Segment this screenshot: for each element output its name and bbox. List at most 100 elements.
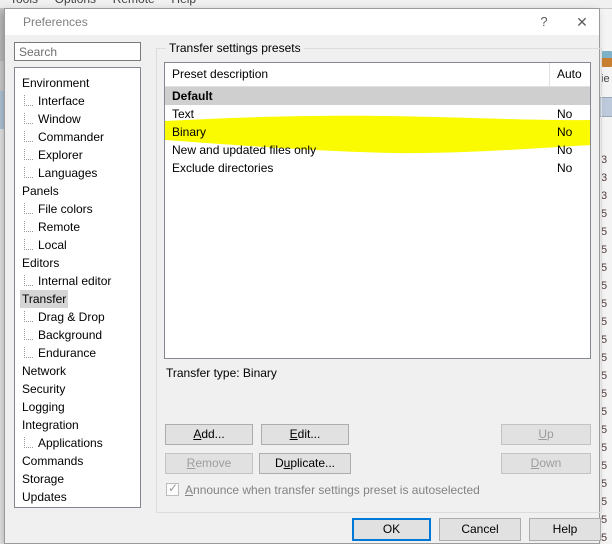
preset-auto-cell: No	[557, 141, 572, 159]
tree-item-label: Environment	[20, 74, 91, 92]
tree-item-storage[interactable]: Storage	[15, 470, 140, 488]
checkmark-icon: ✓	[168, 481, 178, 495]
tree-branch-icon	[24, 167, 33, 178]
settings-tree[interactable]: EnvironmentInterfaceWindowCommanderExplo…	[14, 67, 141, 508]
preset-auto-cell: No	[557, 123, 572, 141]
preset-description-cell: New and updated files only	[172, 141, 316, 159]
preset-description-cell: Text	[172, 105, 194, 123]
tree-item-label: Logging	[20, 398, 67, 416]
preset-row-new-and-updated-files-only[interactable]: New and updated files only No	[165, 141, 590, 159]
tree-item-languages[interactable]: Languages	[15, 164, 140, 182]
close-icon[interactable]: ✕	[565, 9, 599, 35]
tree-item-internal-editor[interactable]: Internal editor	[15, 272, 140, 290]
tree-item-label: Local	[36, 236, 69, 254]
preset-auto-cell: No	[557, 105, 572, 123]
tree-item-window[interactable]: Window	[15, 110, 140, 128]
tree-item-endurance[interactable]: Endurance	[15, 344, 140, 362]
tree-item-label: Drag & Drop	[36, 308, 107, 326]
tree-item-applications[interactable]: Applications	[15, 434, 140, 452]
up-button[interactable]: Up	[501, 424, 591, 445]
presets-list[interactable]: Preset description Auto DefaultTextNoBin…	[164, 62, 591, 359]
column-header-preset-description[interactable]: Preset description	[172, 67, 268, 81]
tree-branch-icon	[24, 239, 33, 250]
tree-item-label: Explorer	[36, 146, 85, 164]
preferences-dialog: Preferences ? ✕ EnvironmentInterfaceWind…	[4, 8, 600, 544]
background-text-fragment: ie	[601, 73, 610, 85]
cancel-button[interactable]: Cancel	[439, 518, 521, 541]
tree-item-commands[interactable]: Commands	[15, 452, 140, 470]
tree-item-editors[interactable]: Editors	[15, 254, 140, 272]
tree-item-label: Network	[20, 362, 68, 380]
tree-item-label: File colors	[36, 200, 95, 218]
remove-button[interactable]: Remove	[165, 453, 253, 474]
help-caption-icon[interactable]: ?	[527, 9, 561, 35]
tree-branch-icon	[24, 149, 33, 160]
tree-item-label: Transfer	[20, 290, 68, 308]
tree-item-label: Editors	[20, 254, 61, 272]
background-number-fragment: 5	[601, 529, 607, 544]
checkbox-icon[interactable]: ✓	[166, 483, 179, 496]
tree-branch-icon	[24, 311, 33, 322]
tree-item-commander[interactable]: Commander	[15, 128, 140, 146]
tree-item-panels[interactable]: Panels	[15, 182, 140, 200]
tree-item-label: Applications	[36, 434, 105, 452]
preset-row-text[interactable]: Text No	[165, 105, 590, 123]
tree-item-local[interactable]: Local	[15, 236, 140, 254]
tree-item-transfer[interactable]: Transfer	[15, 290, 140, 308]
tree-branch-icon	[24, 347, 33, 358]
down-button[interactable]: Down	[501, 453, 591, 474]
preset-description-cell: Binary	[172, 123, 206, 141]
tree-item-environment[interactable]: Environment	[15, 74, 140, 92]
background-file-icon	[602, 51, 612, 67]
list-rows: DefaultTextNoBinaryNoNew and updated fil…	[165, 87, 590, 177]
tree-item-label: Internal editor	[36, 272, 113, 290]
tree-item-label: Updates	[20, 488, 69, 506]
tree-branch-icon	[24, 221, 33, 232]
groupbox-title: Transfer settings presets	[166, 41, 304, 55]
tree-item-explorer[interactable]: Explorer	[15, 146, 140, 164]
tree-branch-icon	[24, 95, 33, 106]
announce-checkbox-row[interactable]: ✓ Announce when transfer settings preset …	[166, 483, 480, 499]
tree-item-updates[interactable]: Updates	[15, 488, 140, 506]
tree-item-label: Integration	[20, 416, 81, 434]
tree-branch-icon	[24, 329, 33, 340]
duplicate-button[interactable]: Duplicate...	[259, 453, 351, 474]
tree-item-drag-drop[interactable]: Drag & Drop	[15, 308, 140, 326]
search-input[interactable]	[14, 42, 141, 61]
dialog-titlebar: Preferences ? ✕	[5, 9, 599, 35]
background-menu-text: Tools Options Remote Help	[10, 0, 612, 6]
preset-row-binary[interactable]: Binary No	[165, 123, 590, 141]
tree-item-label: Endurance	[36, 344, 98, 362]
preset-row-exclude-directories[interactable]: Exclude directories No	[165, 159, 590, 177]
tree-item-remote[interactable]: Remote	[15, 218, 140, 236]
edit-button[interactable]: Edit...	[261, 424, 349, 445]
checkbox-label: Announce when transfer settings preset i…	[185, 483, 480, 497]
tree-item-label: Remote	[36, 218, 82, 236]
tree-item-file-colors[interactable]: File colors	[15, 200, 140, 218]
transfer-type-label: Transfer type: Binary	[166, 366, 277, 380]
column-divider[interactable]	[549, 63, 550, 87]
preset-row-default[interactable]: Default	[165, 87, 590, 105]
help-button[interactable]: Help	[529, 518, 601, 541]
tree-branch-icon	[24, 113, 33, 124]
tree-item-network[interactable]: Network	[15, 362, 140, 380]
add-button[interactable]: Add...	[165, 424, 253, 445]
tree-item-label: Interface	[36, 92, 87, 110]
tree-item-security[interactable]: Security	[15, 380, 140, 398]
tree-item-label: Panels	[20, 182, 61, 200]
tree-item-label: Storage	[20, 470, 66, 488]
tree-item-label: Commands	[20, 452, 85, 470]
preset-description-cell: Default	[172, 87, 213, 105]
list-header[interactable]: Preset description Auto	[165, 63, 590, 87]
tree-item-logging[interactable]: Logging	[15, 398, 140, 416]
ok-button[interactable]: OK	[352, 518, 431, 541]
tree-item-interface[interactable]: Interface	[15, 92, 140, 110]
tree-item-label: Background	[36, 326, 104, 344]
preset-description-cell: Exclude directories	[172, 159, 273, 177]
preset-auto-cell: No	[557, 159, 572, 177]
column-header-auto[interactable]: Auto	[557, 67, 582, 81]
tree-branch-icon	[24, 131, 33, 142]
tree-item-background[interactable]: Background	[15, 326, 140, 344]
dialog-title: Preferences	[23, 15, 88, 29]
tree-item-integration[interactable]: Integration	[15, 416, 140, 434]
